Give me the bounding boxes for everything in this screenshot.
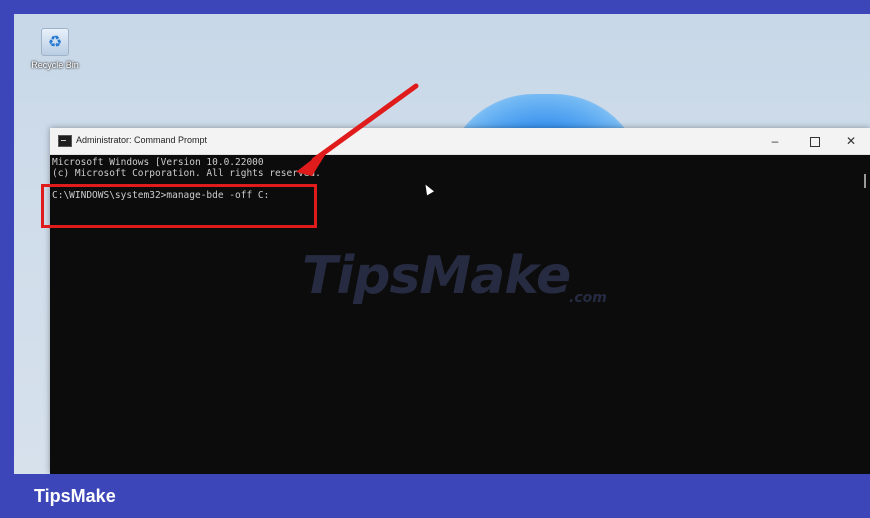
desktop: Recycle Bin Administrator: Command Promp… — [14, 14, 870, 474]
footer-bar: TipsMake — [0, 474, 870, 518]
annotation-arrow-icon — [296, 83, 419, 176]
command-highlight-box — [41, 184, 317, 228]
footer-brand: TipsMake — [34, 486, 116, 506]
